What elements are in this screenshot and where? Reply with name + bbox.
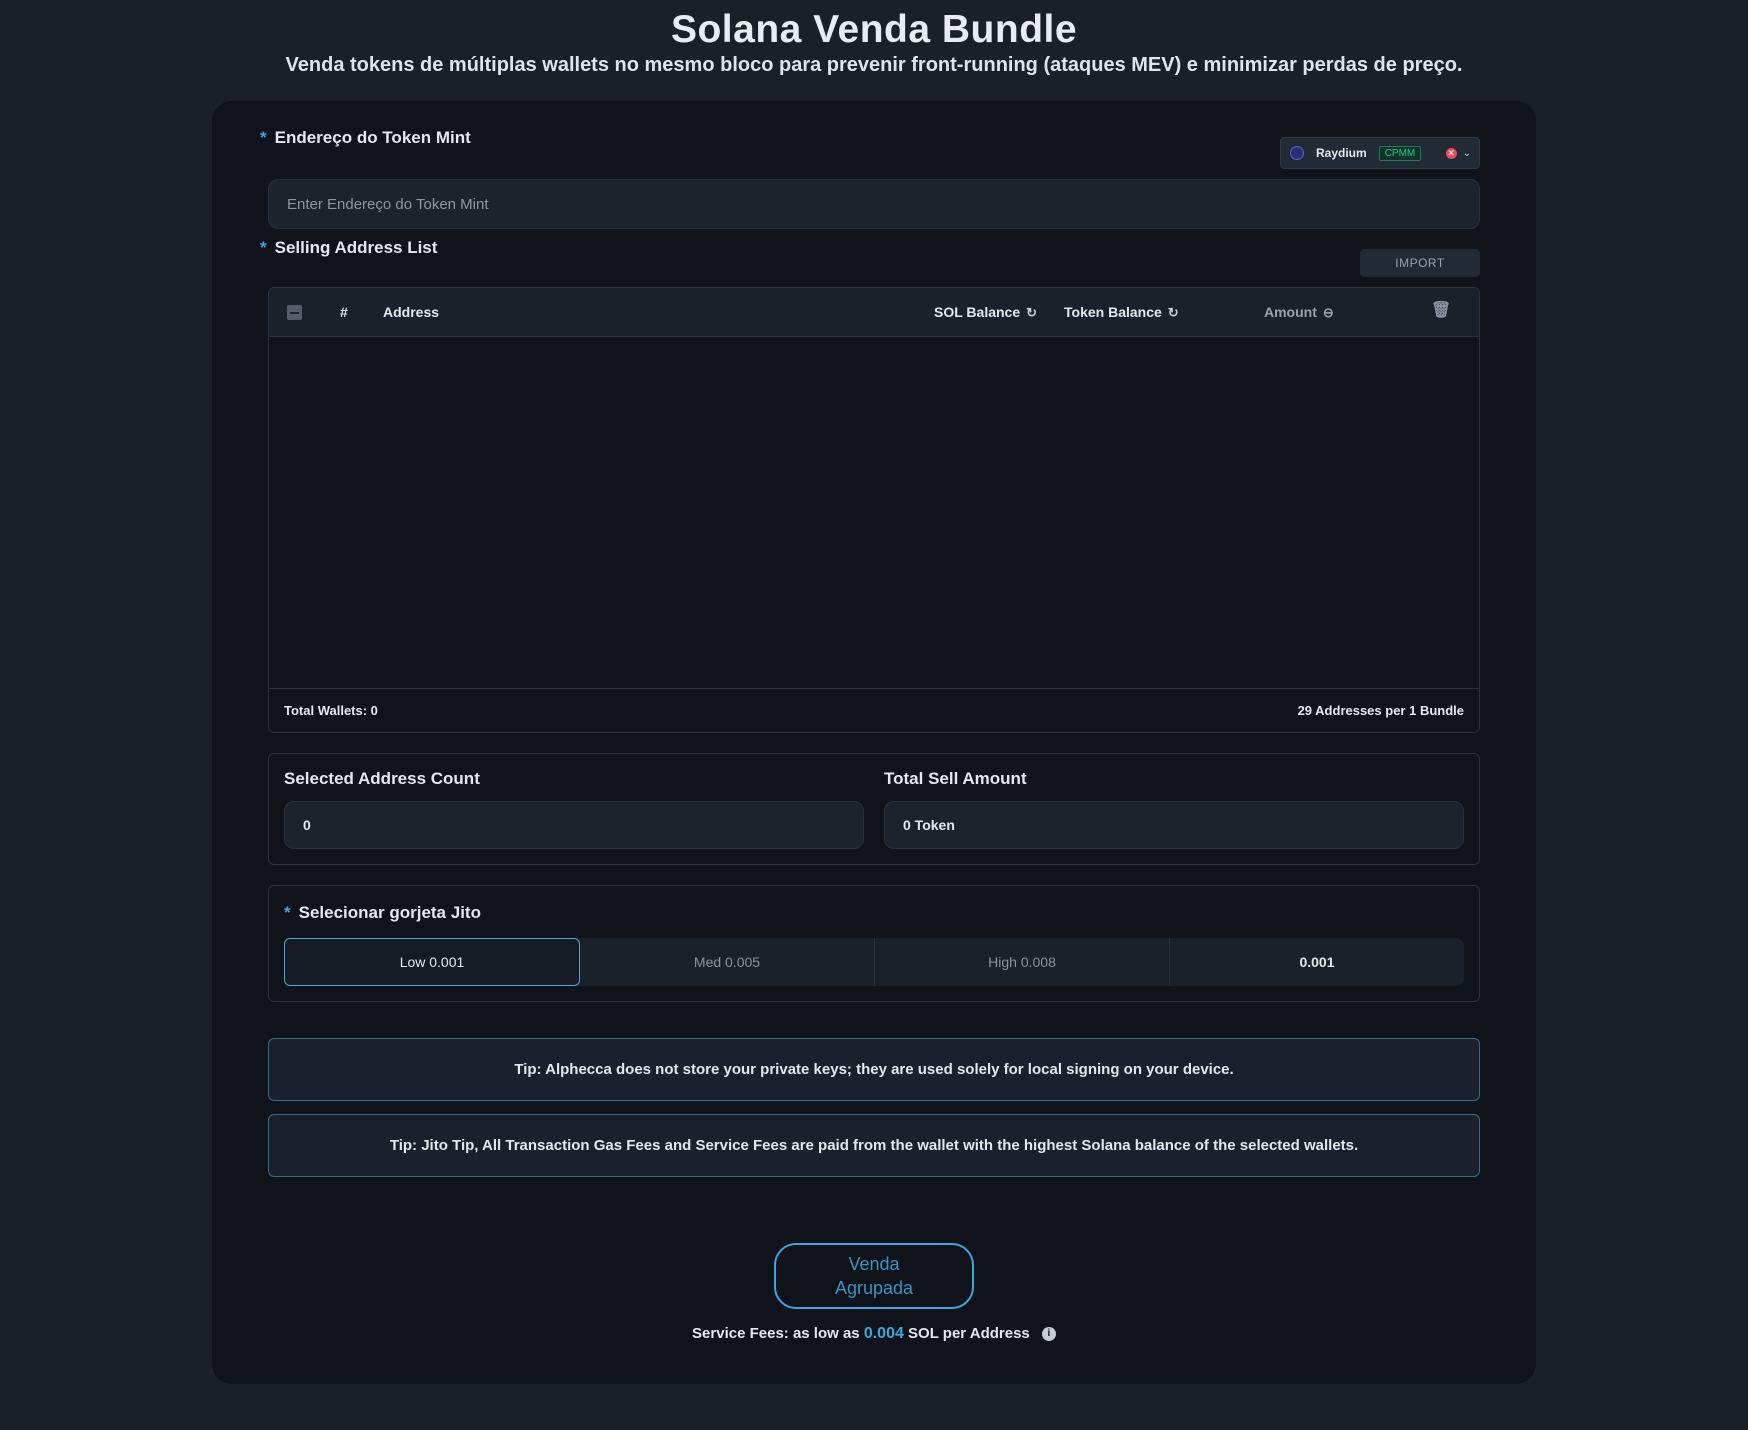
trash-icon[interactable]: 🗑 (1431, 300, 1451, 320)
jito-tip-options: Low 0.001 Med 0.005 High 0.008 0.001 (284, 938, 1464, 986)
tip-option-low[interactable]: Low 0.001 (284, 938, 580, 986)
mint-address-input[interactable]: Enter Endereço do Token Mint (268, 179, 1480, 229)
required-asterisk: * (260, 238, 267, 257)
total-sell-label: Total Sell Amount (884, 769, 1027, 788)
select-all-checkbox[interactable] (287, 305, 302, 320)
col-token-balance: Token Balance ↻ (1064, 304, 1179, 321)
bundle-sell-button[interactable]: Venda Agrupada (774, 1243, 974, 1309)
tip-option-high[interactable]: High 0.008 (875, 938, 1170, 986)
total-sell-field: 0 Token (884, 801, 1464, 849)
selected-count-label: Selected Address Count (284, 769, 480, 788)
page-title: Solana Venda Bundle (670, 8, 1078, 51)
tip-notice-keys: Tip: Alphecca does not store your privat… (268, 1038, 1480, 1101)
pool-type-badge: CPMM (1378, 145, 1422, 161)
bundle-sell-button-label: Venda Agrupada (834, 1254, 914, 1298)
address-table: # Address SOL Balance ↻ Token Balance ↻ Am… (268, 287, 1480, 733)
required-asterisk: * (260, 128, 267, 147)
amount-minus-icon[interactable]: ⊖ (1323, 305, 1334, 320)
tip-notice-fees: Tip: Jito Tip, All Transaction Gas Fees … (268, 1114, 1480, 1177)
col-amount: Amount ⊖ (1264, 304, 1334, 321)
bundle-sell-panel: * Endereço do Token Mint Raydium CPMM ✕ ⌄… (212, 101, 1536, 1384)
fees-prefix: Service Fees: as low as (692, 1325, 860, 1342)
tip-option-med[interactable]: Med 0.005 (580, 938, 875, 986)
page-subtitle: Venda tokens de múltiplas wallets no mes… (285, 54, 1463, 76)
col-amount-label: Amount (1264, 304, 1317, 320)
tip-option-custom[interactable]: 0.001 (1170, 938, 1464, 986)
clear-icon[interactable]: ✕ (1445, 147, 1457, 159)
refresh-token-icon[interactable]: ↻ (1168, 305, 1179, 320)
col-index: # (340, 304, 348, 320)
table-header: # Address SOL Balance ↻ Token Balance ↻ Am… (269, 288, 1479, 337)
jito-tip-section: * Selecionar gorjeta Jito Low 0.001 Med 0… (268, 885, 1480, 1002)
refresh-sol-icon[interactable]: ↻ (1026, 305, 1037, 320)
dex-name: Raydium (1316, 146, 1367, 160)
info-icon[interactable]: i (1041, 1327, 1056, 1342)
col-sol-balance-label: SOL Balance (934, 304, 1021, 320)
total-wallets: Total Wallets: 0 (284, 703, 378, 718)
required-asterisk: * (284, 903, 291, 922)
mint-label-text: Endereço do Token Mint (274, 128, 471, 147)
import-button[interactable]: IMPORT (1360, 249, 1480, 277)
bundle-info: 29 Addresses per 1 Bundle (1297, 703, 1464, 718)
raydium-logo-icon (1290, 146, 1304, 160)
jito-label-text: Selecionar gorjeta Jito (298, 903, 481, 922)
selected-count-field: 0 (284, 801, 864, 849)
chevron-down-icon[interactable]: ⌄ (1463, 148, 1471, 159)
dex-selector[interactable]: Raydium CPMM ✕ ⌄ (1280, 137, 1480, 169)
selling-list-label: * Selling Address List (260, 238, 437, 258)
jito-label: * Selecionar gorjeta Jito (284, 903, 481, 923)
selling-list-label-text: Selling Address List (274, 238, 438, 257)
table-footer: Total Wallets: 0 29 Addresses per 1 Bund… (269, 688, 1479, 732)
fees-value: 0.004 (863, 1325, 904, 1342)
service-fees: Service Fees: as low as 0.004 SOL per Ad… (212, 1325, 1536, 1343)
col-address: Address (383, 304, 440, 320)
col-token-balance-label: Token Balance (1064, 304, 1162, 320)
col-sol-balance: SOL Balance ↻ (934, 304, 1037, 321)
selection-stats: Selected Address Count 0 Total Sell Amou… (268, 753, 1480, 865)
fees-suffix: SOL per Address (908, 1325, 1030, 1342)
mint-label: * Endereço do Token Mint (260, 128, 471, 148)
